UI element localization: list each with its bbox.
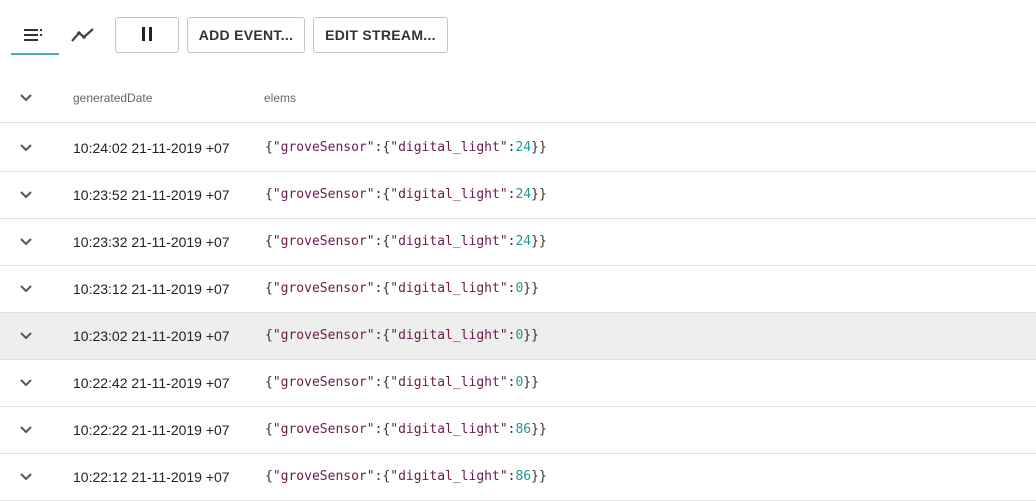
chevron-down-icon <box>20 191 32 199</box>
expand-all-toggle[interactable] <box>14 86 38 110</box>
json-key-inner: digital_light <box>398 469 500 484</box>
pause-icon <box>140 26 154 44</box>
json-key-outer: groveSensor <box>280 375 367 390</box>
json-key-outer: groveSensor <box>280 469 367 484</box>
table-row[interactable]: 10:23:02 21-11-2019 +07 {"groveSensor":{"… <box>0 313 1036 360</box>
chevron-down-icon <box>20 94 32 102</box>
json-value: 24 <box>515 234 532 249</box>
chevron-down-icon <box>20 426 32 434</box>
elems-cell: {"groveSensor":{"digital_light":24}} <box>265 187 547 202</box>
elems-cell: {"groveSensor":{"digital_light":24}} <box>265 234 547 249</box>
toolbar: ADD EVENT... EDIT STREAM... <box>0 0 1036 70</box>
list-icon <box>24 29 42 41</box>
add-event-button[interactable]: ADD EVENT... <box>187 17 305 53</box>
table-row[interactable]: 10:22:22 21-11-2019 +07 {"groveSensor":{"… <box>0 407 1036 454</box>
json-value: 86 <box>515 422 532 437</box>
pause-button[interactable] <box>115 17 179 53</box>
chevron-down-icon <box>20 379 32 387</box>
json-key-inner: digital_light <box>398 140 500 155</box>
row-expand-toggle[interactable] <box>14 136 38 160</box>
elems-cell: {"groveSensor":{"digital_light":86}} <box>265 469 547 484</box>
line-chart-icon <box>71 28 94 42</box>
json-key-inner: digital_light <box>398 281 500 296</box>
elems-cell: {"groveSensor":{"digital_light":24}} <box>265 140 547 155</box>
generated-date-cell: 10:23:12 21-11-2019 +07 <box>73 281 230 297</box>
table-row[interactable]: 10:22:42 21-11-2019 +07 {"groveSensor":{"… <box>0 360 1036 407</box>
json-key-inner: digital_light <box>398 422 500 437</box>
table-row[interactable]: 10:22:12 21-11-2019 +07 {"groveSensor":{"… <box>0 454 1036 501</box>
elems-cell: {"groveSensor":{"digital_light":0}} <box>265 281 539 296</box>
json-key-outer: groveSensor <box>280 328 367 343</box>
edit-stream-button[interactable]: EDIT STREAM... <box>313 17 448 53</box>
table-row[interactable]: 10:23:32 21-11-2019 +07 {"groveSensor":{"… <box>0 219 1036 266</box>
json-key-inner: digital_light <box>398 375 500 390</box>
table-row[interactable]: 10:23:52 21-11-2019 +07 {"groveSensor":{"… <box>0 172 1036 219</box>
tab-chart-view[interactable] <box>59 17 107 53</box>
json-value: 24 <box>515 140 532 155</box>
json-key-inner: digital_light <box>398 328 500 343</box>
generated-date-cell: 10:23:32 21-11-2019 +07 <box>73 234 230 250</box>
generated-date-cell: 10:22:42 21-11-2019 +07 <box>73 375 230 391</box>
generated-date-cell: 10:23:52 21-11-2019 +07 <box>73 187 230 203</box>
tab-list-view[interactable] <box>11 17 59 55</box>
column-header-elems[interactable]: elems <box>264 91 296 105</box>
chevron-down-icon <box>20 144 32 152</box>
row-expand-toggle[interactable] <box>14 230 38 254</box>
json-key-outer: groveSensor <box>280 234 367 249</box>
row-expand-toggle[interactable] <box>14 418 38 442</box>
chevron-down-icon <box>20 238 32 246</box>
row-expand-toggle[interactable] <box>14 277 38 301</box>
elems-cell: {"groveSensor":{"digital_light":86}} <box>265 422 547 437</box>
json-key-inner: digital_light <box>398 234 500 249</box>
row-expand-toggle[interactable] <box>14 183 38 207</box>
chevron-down-icon <box>20 285 32 293</box>
json-key-outer: groveSensor <box>280 422 367 437</box>
chevron-down-icon <box>20 332 32 340</box>
row-expand-toggle[interactable] <box>14 324 38 348</box>
chevron-down-icon <box>20 473 32 481</box>
json-key-outer: groveSensor <box>280 140 367 155</box>
json-value: 24 <box>515 187 532 202</box>
generated-date-cell: 10:24:02 21-11-2019 +07 <box>73 140 230 156</box>
row-expand-toggle[interactable] <box>14 465 38 489</box>
table-row[interactable]: 10:24:02 21-11-2019 +07 {"groveSensor":{"… <box>0 125 1036 172</box>
elems-cell: {"groveSensor":{"digital_light":0}} <box>265 375 539 390</box>
table-header: generatedDate elems <box>0 74 1036 123</box>
column-header-generated-date[interactable]: generatedDate <box>73 91 152 105</box>
generated-date-cell: 10:23:02 21-11-2019 +07 <box>73 328 230 344</box>
generated-date-cell: 10:22:12 21-11-2019 +07 <box>73 469 230 485</box>
table-row[interactable]: 10:23:12 21-11-2019 +07 {"groveSensor":{"… <box>0 266 1036 313</box>
json-key-outer: groveSensor <box>280 187 367 202</box>
elems-cell: {"groveSensor":{"digital_light":0}} <box>265 328 539 343</box>
json-key-outer: groveSensor <box>280 281 367 296</box>
row-expand-toggle[interactable] <box>14 371 38 395</box>
json-value: 86 <box>515 469 532 484</box>
json-key-inner: digital_light <box>398 187 500 202</box>
generated-date-cell: 10:22:22 21-11-2019 +07 <box>73 422 230 438</box>
event-list: 10:24:02 21-11-2019 +07 {"groveSensor":{"… <box>0 125 1036 501</box>
